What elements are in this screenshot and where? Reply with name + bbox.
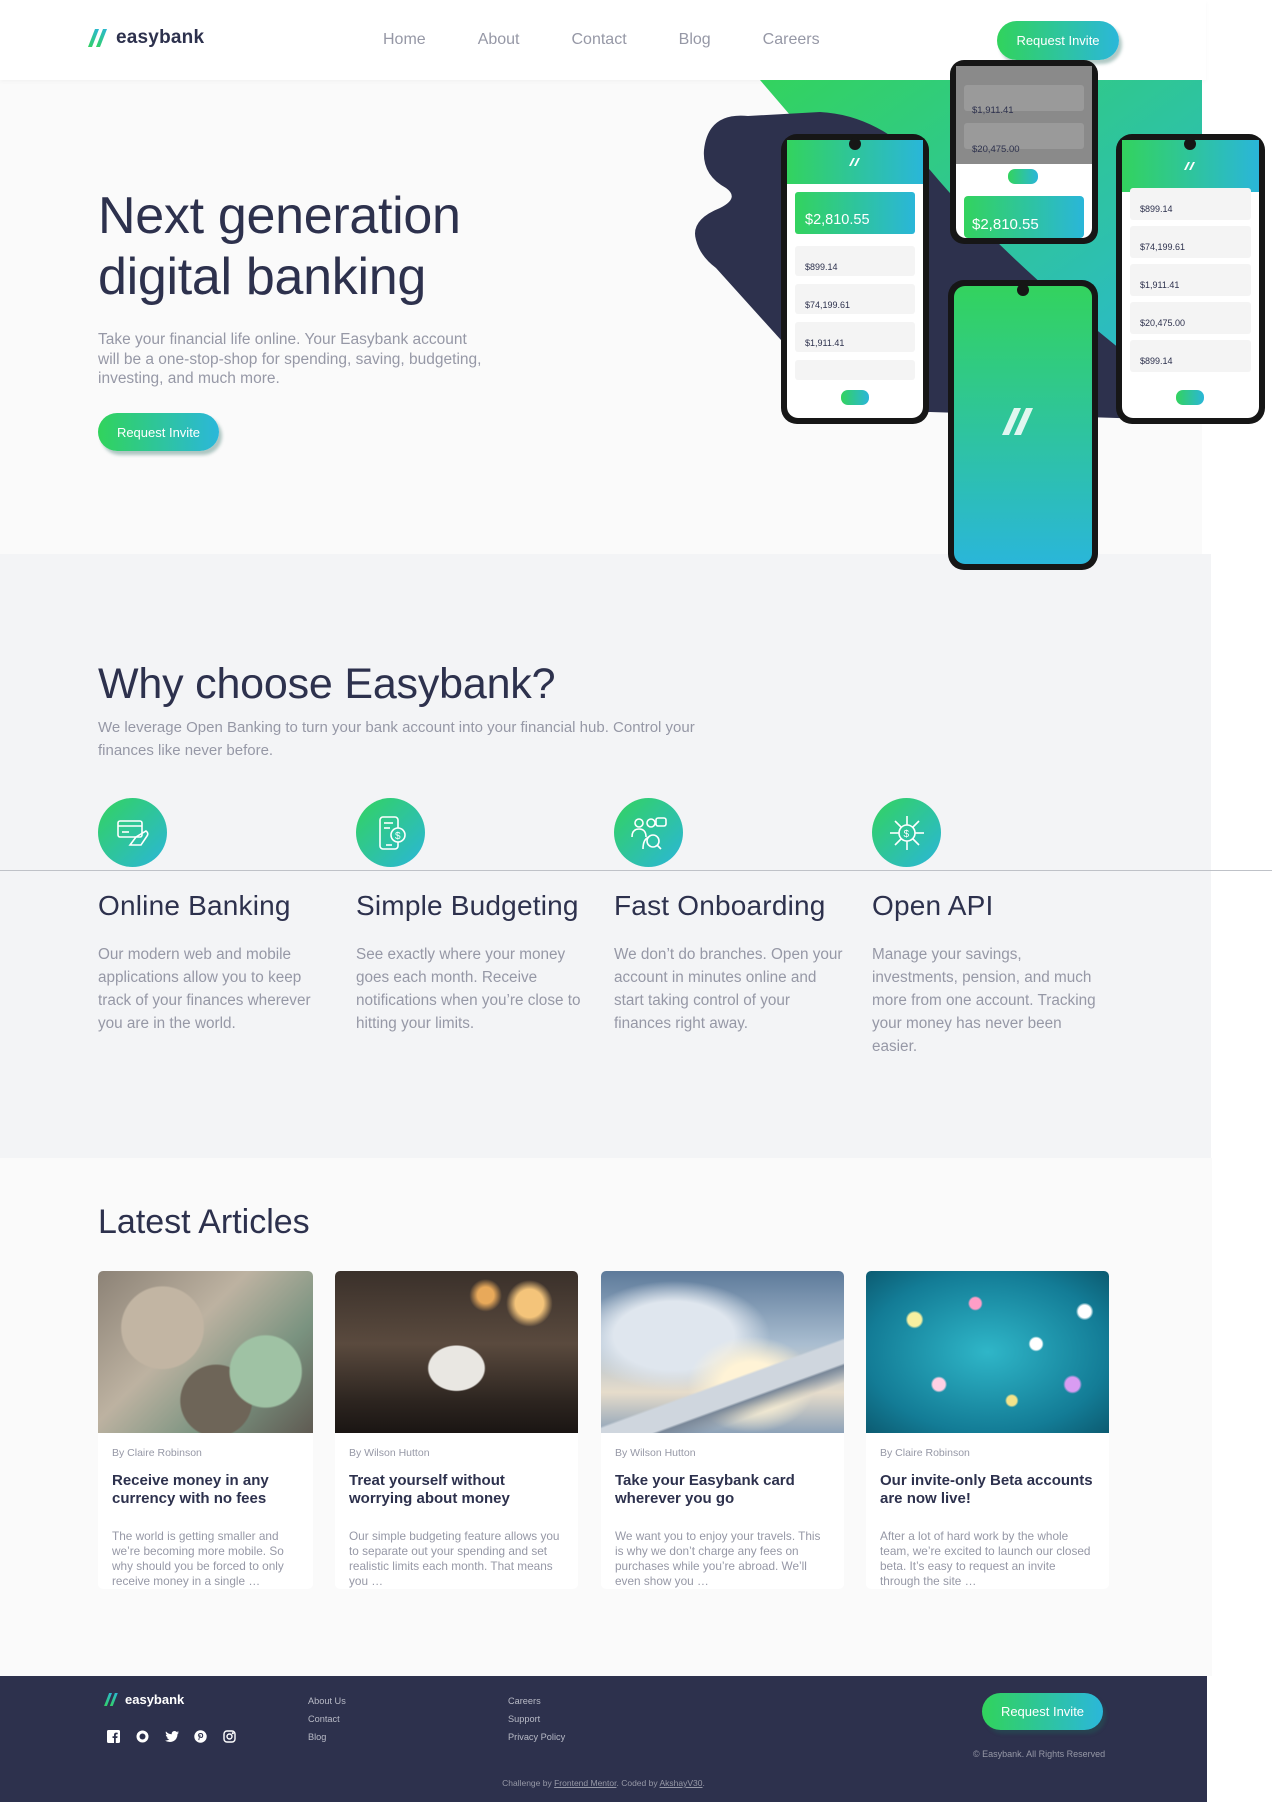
footer-logo-mark-icon	[104, 1693, 118, 1706]
feature-open-api: $ Open API Manage your savings, investme…	[872, 798, 1112, 1058]
article-title[interactable]: Take your Easybank card wherever you go	[615, 1472, 832, 1508]
credit-suffix: .	[702, 1778, 705, 1788]
article-author: By Claire Robinson	[112, 1447, 202, 1459]
svg-text:$: $	[395, 831, 401, 842]
site-header: easybank Home About Contact Blog Careers…	[0, 0, 1206, 80]
article-card-currency[interactable]: By Claire Robinson Receive money in any …	[98, 1271, 313, 1589]
nav-home[interactable]: Home	[383, 31, 426, 49]
article-card-plane[interactable]: By Wilson Hutton Take your Easybank card…	[601, 1271, 844, 1589]
footer-brand-name: easybank	[125, 1692, 185, 1707]
nav-contact[interactable]: Contact	[572, 31, 627, 49]
article-card-restaurant[interactable]: By Wilson Hutton Treat yourself without …	[335, 1271, 578, 1589]
hero-description: Take your financial life online. Your Ea…	[98, 331, 482, 387]
articles-title: Latest Articles	[98, 1203, 310, 1241]
feature-simple-budgeting: $ Simple Budgeting See exactly where you…	[356, 798, 596, 1035]
hero-title: Next generation digital banking	[98, 187, 461, 306]
feature-title: Simple Budgeting	[356, 890, 579, 921]
article-excerpt: After a lot of hard work by the whole te…	[880, 1529, 1091, 1588]
youtube-icon[interactable]	[135, 1729, 150, 1744]
nav-blog[interactable]: Blog	[679, 31, 711, 49]
onboarding-icon	[614, 798, 683, 867]
attribution: Challenge by Frontend Mentor. Coded by A…	[0, 1778, 1207, 1788]
site-footer: easybank About Us Contact Blog Careers S…	[0, 1676, 1207, 1802]
article-card-confetti[interactable]: By Claire Robinson Our invite-only Beta …	[866, 1271, 1109, 1589]
instagram-icon[interactable]	[222, 1729, 237, 1744]
feature-title: Fast Onboarding	[614, 890, 826, 921]
footer-link-careers[interactable]: Careers	[508, 1696, 565, 1706]
feature-text: Manage your savings, investments, pensio…	[872, 946, 1096, 1055]
online-banking-icon	[98, 798, 167, 867]
article-image-plane	[601, 1271, 844, 1433]
svg-text:$: $	[903, 829, 909, 840]
why-section: Why choose Easybank? We leverage Open Ba…	[0, 554, 1211, 1158]
feature-title: Open API	[872, 890, 994, 921]
footer-link-about[interactable]: About Us	[308, 1696, 346, 1706]
author-link[interactable]: AkshayV30	[660, 1778, 703, 1788]
article-image-currency	[98, 1271, 313, 1433]
article-excerpt: Our simple budgeting feature allows you …	[349, 1529, 560, 1588]
article-author: By Claire Robinson	[880, 1447, 970, 1459]
header-request-invite-button[interactable]: Request Invite	[997, 21, 1119, 60]
footer-link-contact[interactable]: Contact	[308, 1714, 346, 1724]
brand-logo[interactable]: easybank	[88, 27, 204, 49]
footer-links-col-2: Careers Support Privacy Policy	[508, 1696, 565, 1742]
article-title[interactable]: Treat yourself without worrying about mo…	[349, 1472, 566, 1508]
feature-title: Online Banking	[98, 890, 291, 921]
api-icon: $	[872, 798, 941, 867]
logo-mark-icon	[88, 29, 107, 47]
feature-text: See exactly where your money goes each m…	[356, 946, 581, 1032]
article-excerpt: The world is getting smaller and we’re b…	[112, 1529, 284, 1588]
footer-links-col-1: About Us Contact Blog	[308, 1696, 346, 1742]
copyright: © Easybank. All Rights Reserved	[973, 1749, 1106, 1759]
social-links	[106, 1729, 237, 1744]
twitter-icon[interactable]	[164, 1729, 179, 1744]
feature-text: Our modern web and mobile applications a…	[98, 946, 311, 1032]
footer-link-blog[interactable]: Blog	[308, 1732, 346, 1742]
why-title: Why choose Easybank?	[98, 660, 556, 708]
article-image-restaurant	[335, 1271, 578, 1433]
article-title[interactable]: Our invite-only Beta accounts are now li…	[880, 1472, 1097, 1508]
article-author: By Wilson Hutton	[615, 1447, 696, 1459]
footer-request-invite-button[interactable]: Request Invite	[982, 1693, 1103, 1730]
divider-line	[0, 870, 1272, 871]
main-nav: Home About Contact Blog Careers	[383, 31, 820, 49]
feature-text: We don’t do branches. Open your account …	[614, 946, 843, 1032]
nav-about[interactable]: About	[478, 31, 520, 49]
credit-mid: . Coded by	[616, 1778, 658, 1788]
article-excerpt: We want you to enjoy your travels. This …	[615, 1529, 821, 1588]
pinterest-icon[interactable]	[193, 1729, 208, 1744]
article-image-confetti	[866, 1271, 1109, 1433]
feature-online-banking: Online Banking Our modern web and mobile…	[98, 798, 338, 1035]
article-title[interactable]: Receive money in any currency with no fe…	[112, 1472, 301, 1508]
feature-fast-onboarding: Fast Onboarding We don’t do branches. Op…	[614, 798, 854, 1035]
hero-section: Next generation digital banking Take you…	[0, 80, 1202, 554]
hero-request-invite-button[interactable]: Request Invite	[98, 413, 219, 451]
footer-brand-logo[interactable]: easybank	[104, 1692, 184, 1707]
nav-careers[interactable]: Careers	[763, 31, 820, 49]
articles-section: Latest Articles By Claire Robinson Recei…	[0, 1158, 1212, 1676]
page: easybank Home About Contact Blog Careers…	[0, 0, 1272, 1802]
facebook-icon[interactable]	[106, 1729, 121, 1744]
footer-link-support[interactable]: Support	[508, 1714, 565, 1724]
why-subtitle: We leverage Open Banking to turn your ba…	[98, 719, 695, 759]
article-author: By Wilson Hutton	[349, 1447, 430, 1459]
credit-prefix: Challenge by	[502, 1778, 552, 1788]
brand-name: easybank	[116, 27, 205, 48]
frontend-mentor-link[interactable]: Frontend Mentor	[554, 1778, 616, 1788]
footer-link-privacy[interactable]: Privacy Policy	[508, 1732, 565, 1742]
budgeting-icon: $	[356, 798, 425, 867]
